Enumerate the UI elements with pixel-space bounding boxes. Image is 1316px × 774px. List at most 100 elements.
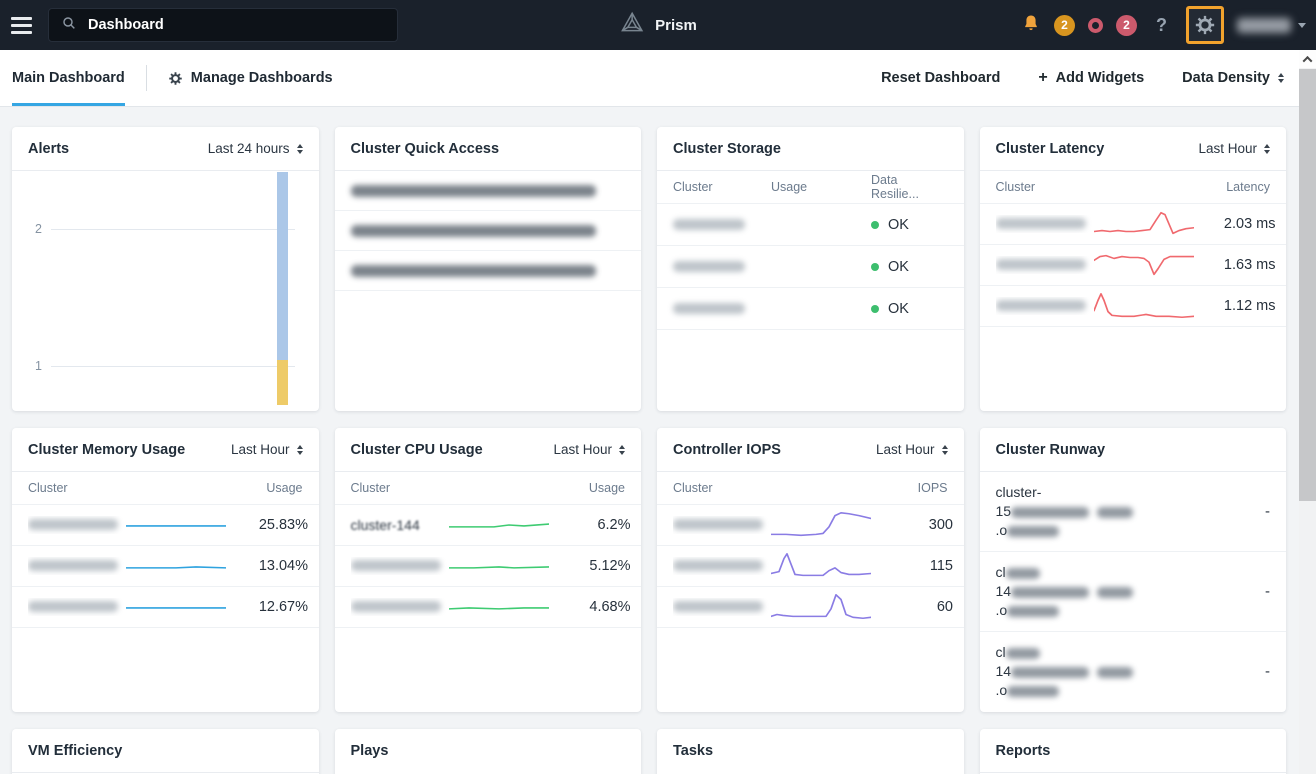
runway-row[interactable]: cluster- 15 .o -: [980, 472, 1287, 552]
alerts-title: Alerts: [28, 141, 69, 157]
redacted-text: [1011, 507, 1089, 518]
alerts-bar-yellow-segment: [277, 360, 288, 405]
table-row[interactable]: OK: [657, 288, 964, 330]
quick-access-link-row[interactable]: [335, 211, 642, 251]
table-row[interactable]: 60: [657, 587, 964, 628]
latency-range-selector[interactable]: Last Hour: [1198, 141, 1270, 156]
search-icon: [61, 15, 77, 36]
iops-range-selector[interactable]: Last Hour: [876, 442, 948, 457]
widget-cluster-cpu-usage: Cluster CPU Usage Last Hour Cluster Usag…: [335, 428, 642, 712]
cpu-range-label: Last Hour: [553, 442, 612, 457]
col-iops: IOPS: [918, 481, 948, 495]
reset-dashboard-button[interactable]: Reset Dashboard: [881, 70, 1000, 86]
redacted-text: [1011, 667, 1089, 678]
alerts-range-selector[interactable]: Last 24 hours: [208, 141, 303, 156]
latency-value: 1.12 ms: [1194, 298, 1276, 314]
add-widgets-button[interactable]: + Add Widgets: [1038, 69, 1144, 87]
dashboard-toolbar: Main Dashboard Manage Dashboards Reset D…: [0, 50, 1316, 107]
data-density-button[interactable]: Data Density: [1182, 70, 1284, 86]
latency-title: Cluster Latency: [996, 141, 1105, 157]
redacted-cluster-name: [351, 601, 441, 612]
alerts-count-badge[interactable]: 2: [1054, 15, 1075, 36]
memory-range-label: Last Hour: [231, 442, 290, 457]
tab-manage-dashboards[interactable]: Manage Dashboards: [168, 70, 333, 86]
health-count-badge[interactable]: 2: [1116, 15, 1137, 36]
table-row[interactable]: 12.67%: [12, 587, 319, 628]
iops-value: 60: [871, 599, 953, 615]
prism-logo-icon: [619, 10, 645, 41]
scrollbar-thumb[interactable]: [1299, 69, 1316, 501]
runway-name-line2: 14: [996, 663, 1012, 679]
table-row[interactable]: 300: [657, 505, 964, 546]
tab-main-dashboard[interactable]: Main Dashboard: [12, 50, 125, 106]
widget-grid: Alerts Last 24 hours 2 1 Cluster Quick A…: [0, 107, 1316, 774]
reports-title: Reports: [996, 743, 1051, 759]
cpu-range-selector[interactable]: Last Hour: [553, 442, 625, 457]
gear-icon: [1194, 14, 1216, 36]
quick-access-link-row[interactable]: [335, 251, 642, 291]
status-dot-green: [871, 263, 879, 271]
alerts-range-label: Last 24 hours: [208, 141, 290, 156]
redacted-cluster-name: [28, 519, 118, 530]
status-dot-green: [871, 305, 879, 313]
table-row[interactable]: 1.63 ms: [980, 245, 1287, 286]
redacted-cluster-name: [351, 560, 441, 571]
table-row[interactable]: 5.12%: [335, 546, 642, 587]
redacted-cluster-name: [673, 560, 763, 571]
memory-range-selector[interactable]: Last Hour: [231, 442, 303, 457]
alerts-bar-blue-segment: [277, 172, 288, 360]
settings-gear-button[interactable]: [1186, 6, 1224, 44]
latency-value: 2.03 ms: [1194, 216, 1276, 232]
table-row[interactable]: cluster-144 6.2%: [335, 505, 642, 546]
table-row[interactable]: 13.04%: [12, 546, 319, 587]
iops-sparkline: [771, 592, 871, 622]
add-widgets-label: Add Widgets: [1056, 70, 1144, 86]
runway-value: -: [1230, 503, 1270, 520]
col-cluster: Cluster: [673, 180, 771, 194]
table-row[interactable]: 25.83%: [12, 505, 319, 546]
health-ring-icon[interactable]: [1088, 18, 1103, 33]
runway-value: -: [1230, 583, 1270, 600]
scrollbar-up-arrow[interactable]: [1299, 50, 1316, 68]
table-row[interactable]: 4.68%: [335, 587, 642, 628]
table-row[interactable]: 115: [657, 546, 964, 587]
memory-title: Cluster Memory Usage: [28, 442, 185, 458]
plays-title: Plays: [351, 743, 389, 759]
memory-sparkline: [126, 510, 226, 540]
redacted-cluster-name: [28, 601, 118, 612]
redacted-cluster-name: [673, 519, 763, 530]
widget-reports: Reports: [980, 729, 1287, 774]
table-row[interactable]: OK: [657, 204, 964, 246]
table-row[interactable]: 1.12 ms: [980, 286, 1287, 327]
hamburger-menu-icon[interactable]: [11, 17, 32, 34]
cpu-value: 5.12%: [549, 558, 631, 574]
top-nav: Prism 2 2 ?: [0, 0, 1316, 50]
table-row[interactable]: OK: [657, 246, 964, 288]
cpu-sparkline: [449, 510, 549, 540]
user-menu[interactable]: [1237, 18, 1306, 33]
col-latency: Latency: [1226, 180, 1270, 194]
runway-row[interactable]: cl 14 .o -: [980, 632, 1287, 711]
storage-title: Cluster Storage: [673, 141, 781, 157]
latency-sparkline: [1094, 209, 1194, 239]
y-tick-1: 1: [26, 359, 42, 373]
latency-value: 1.63 ms: [1194, 257, 1276, 273]
global-search[interactable]: [48, 8, 398, 42]
memory-value: 25.83%: [226, 517, 308, 533]
search-input[interactable]: [88, 17, 385, 33]
quick-access-link-row[interactable]: [335, 171, 642, 211]
runway-row[interactable]: cl 14 .o -: [980, 552, 1287, 632]
help-icon[interactable]: ?: [1150, 15, 1173, 36]
latency-sparkline: [1094, 250, 1194, 280]
alerts-bell-icon[interactable]: [1021, 13, 1041, 38]
col-cluster: Cluster: [996, 180, 1227, 194]
redacted-cluster-name: [28, 560, 118, 571]
memory-value: 13.04%: [226, 558, 308, 574]
sort-arrows-icon: [1264, 144, 1270, 154]
runway-name-line1: cluster-: [996, 484, 1042, 500]
alerts-stacked-bar[interactable]: [277, 172, 288, 405]
vertical-scrollbar[interactable]: [1299, 50, 1316, 774]
table-row[interactable]: 2.03 ms: [980, 204, 1287, 245]
runway-value: -: [1230, 663, 1270, 680]
gear-icon: [168, 71, 183, 86]
